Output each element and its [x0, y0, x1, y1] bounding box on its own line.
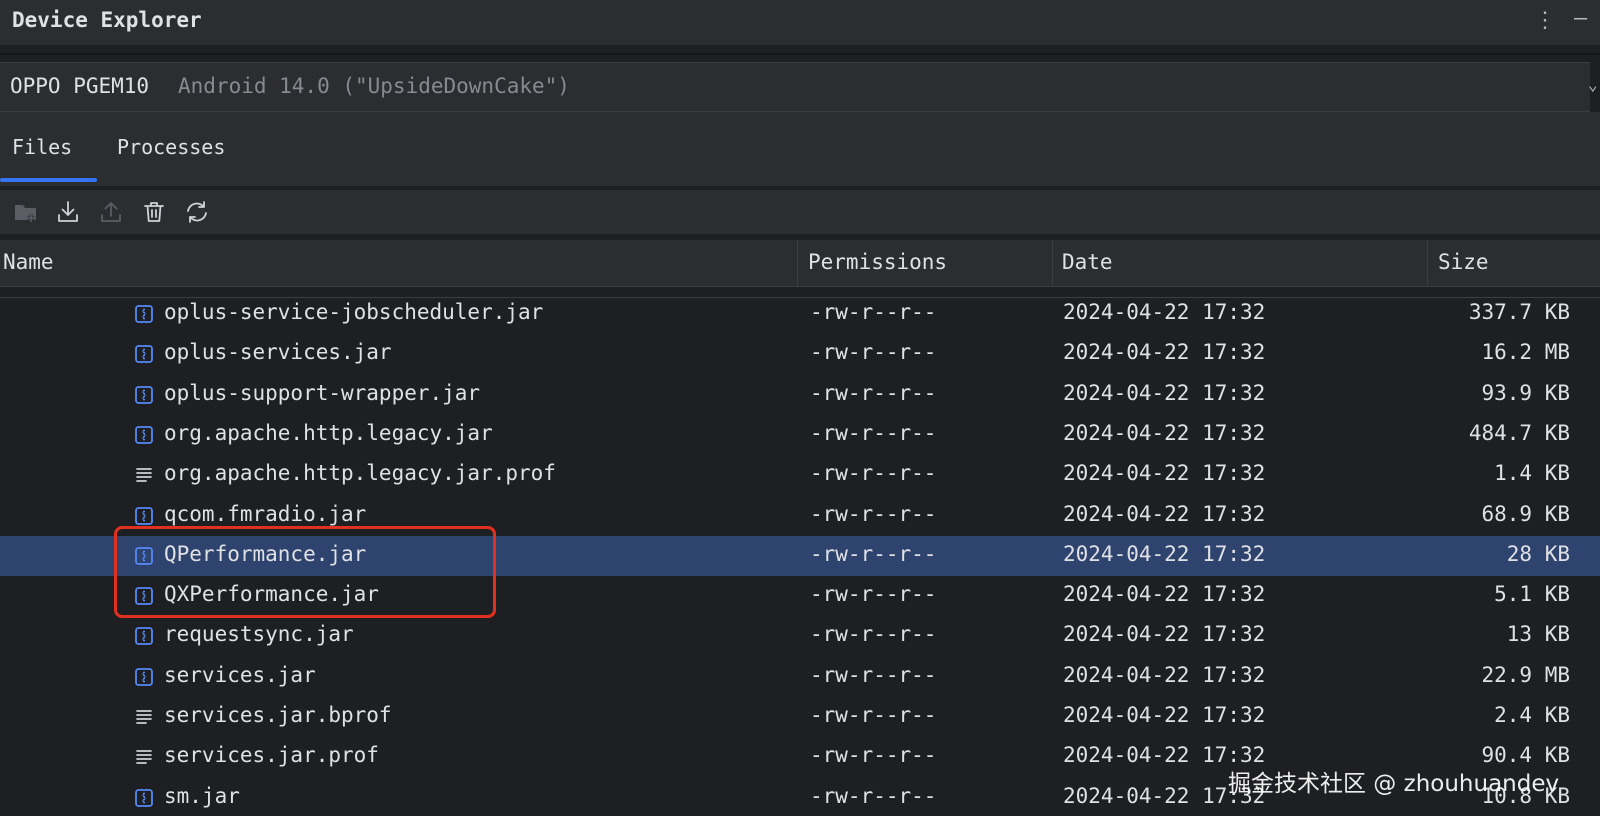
jar-file-icon [135, 506, 153, 525]
file-name: sm.jar [164, 783, 240, 808]
column-divider[interactable] [1052, 240, 1053, 286]
refresh-icon[interactable] [183, 198, 211, 226]
table-row[interactable]: requestsync.jar -rw-r--r-- 2024-04-22 17:3… [0, 616, 1600, 656]
device-name: OPPO PGEM10 [10, 74, 150, 98]
file-date: 2024-04-22 17:32 [1063, 501, 1266, 526]
file-permissions: -rw-r--r-- [810, 622, 937, 647]
file-date: 2024-04-22 17:32 [1063, 703, 1266, 727]
file-size: 68.9 KB [1481, 501, 1570, 526]
chevron-down-icon[interactable]: ⌄ [1588, 75, 1598, 94]
file-name: services.jar.prof [164, 743, 379, 768]
file-name: org.apache.http.legacy.jar.prof [164, 461, 556, 486]
title-bar: Device Explorer ⋮ — [0, 0, 1600, 45]
file-permissions: -rw-r--r-- [810, 340, 937, 365]
active-tab-indicator [0, 178, 97, 182]
file-permissions: -rw-r--r-- [810, 501, 937, 526]
file-date: 2024-04-22 17:32 [1063, 461, 1266, 486]
file-permissions: -rw-r--r-- [810, 743, 937, 768]
file-size: 337.7 KB [1468, 300, 1570, 324]
window-title: Device Explorer [12, 8, 202, 32]
file-size: 28 KB [1506, 541, 1570, 566]
file-date: 2024-04-22 17:32 [1063, 420, 1266, 445]
toolbar [0, 190, 1600, 234]
table-row[interactable]: oplus-services.jar -rw-r--r-- 2024-04-22 1… [0, 334, 1600, 374]
jar-file-icon [135, 345, 153, 364]
text-file-icon [135, 466, 153, 484]
table-row[interactable]: oplus-support-wrapper.jar -rw-r--r-- 2024-… [0, 375, 1600, 415]
file-name: oplus-service-jobscheduler.jar [164, 300, 544, 324]
column-header-permissions[interactable]: Permissions [808, 250, 947, 274]
file-permissions: -rw-r--r-- [810, 420, 937, 445]
more-options-icon[interactable]: ⋮ [1534, 8, 1556, 33]
column-header-date[interactable]: Date [1062, 250, 1113, 274]
file-permissions: -rw-r--r-- [810, 662, 937, 687]
watermark: 掘金技术社区 @ zhouhuandev [1228, 771, 1560, 797]
file-size: 1.4 KB [1494, 461, 1570, 486]
device-explorer-window: Device Explorer ⋮ — OPPO PGEM10 Android … [0, 0, 1600, 816]
table-row[interactable]: oplus-service-jobscheduler.jar -rw-r--r--… [0, 294, 1600, 334]
jar-file-icon [135, 788, 153, 807]
file-permissions: -rw-r--r-- [810, 703, 937, 727]
text-file-icon [135, 748, 153, 766]
file-name: services.jar.bprof [164, 703, 392, 727]
divider [0, 53, 1600, 55]
table-row[interactable]: services.jar -rw-r--r-- 2024-04-22 17:32 22… [0, 657, 1600, 697]
file-permissions: -rw-r--r-- [810, 380, 937, 405]
table-header: Name Permissions Date Size [0, 240, 1600, 287]
device-version: Android 14.0 ("UpsideDownCake") [178, 74, 570, 98]
minimize-icon[interactable]: — [1574, 6, 1587, 31]
file-date: 2024-04-22 17:32 [1063, 662, 1266, 687]
column-divider[interactable] [797, 240, 798, 286]
file-permissions: -rw-r--r-- [810, 300, 937, 324]
device-selector[interactable]: OPPO PGEM10 Android 14.0 ("UpsideDownCak… [0, 62, 1598, 112]
jar-file-icon [135, 385, 153, 404]
annotation-highlight [114, 526, 496, 618]
file-name: oplus-services.jar [164, 340, 392, 365]
column-header-name[interactable]: Name [3, 250, 54, 274]
file-permissions: -rw-r--r-- [810, 582, 937, 607]
file-name: services.jar [164, 662, 316, 687]
file-name: oplus-support-wrapper.jar [164, 380, 481, 405]
file-date: 2024-04-22 17:32 [1063, 582, 1266, 607]
file-name: qcom.fmradio.jar [164, 501, 367, 526]
jar-file-icon [135, 627, 153, 646]
table-row[interactable]: org.apache.http.legacy.jar.prof -rw-r--r-… [0, 455, 1600, 495]
file-name: org.apache.http.legacy.jar [164, 420, 493, 445]
file-date: 2024-04-22 17:32 [1063, 380, 1266, 405]
download-icon[interactable] [54, 198, 82, 226]
file-date: 2024-04-22 17:32 [1063, 340, 1266, 365]
file-permissions: -rw-r--r-- [810, 541, 937, 566]
tab-processes[interactable]: Processes [117, 135, 225, 159]
column-header-size[interactable]: Size [1438, 250, 1489, 274]
upload-icon[interactable] [97, 198, 125, 226]
file-size: 484.7 KB [1468, 420, 1570, 445]
table-row[interactable]: services.jar.bprof -rw-r--r-- 2024-04-22 1… [0, 697, 1600, 737]
file-size: 93.9 KB [1481, 380, 1570, 405]
tab-bar: Files Processes [0, 112, 1600, 298]
column-divider[interactable] [1427, 240, 1428, 286]
jar-file-icon [135, 305, 153, 323]
file-name: requestsync.jar [164, 622, 354, 647]
file-date: 2024-04-22 17:32 [1063, 300, 1266, 324]
table-row[interactable]: org.apache.http.legacy.jar -rw-r--r-- 2024… [0, 415, 1600, 455]
file-size: 5.1 KB [1494, 582, 1570, 607]
file-permissions: -rw-r--r-- [810, 461, 937, 486]
file-date: 2024-04-22 17:32 [1063, 622, 1266, 647]
file-size: 22.9 MB [1481, 662, 1570, 687]
file-date: 2024-04-22 17:32 [1063, 541, 1266, 566]
text-file-icon [135, 708, 153, 726]
file-size: 16.2 MB [1481, 340, 1570, 365]
tab-files[interactable]: Files [12, 135, 72, 159]
jar-file-icon [135, 667, 153, 686]
new-folder-icon[interactable] [12, 198, 40, 226]
file-size: 2.4 KB [1494, 703, 1570, 727]
file-permissions: -rw-r--r-- [810, 783, 937, 808]
jar-file-icon [135, 425, 153, 444]
file-size: 13 KB [1506, 622, 1570, 647]
delete-icon[interactable] [140, 198, 168, 226]
